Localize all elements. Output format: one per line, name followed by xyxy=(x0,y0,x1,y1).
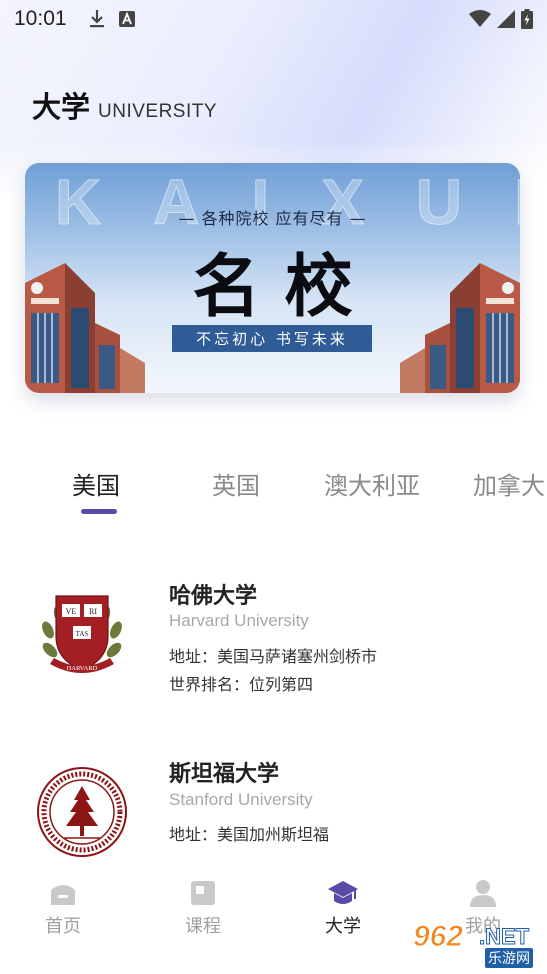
nav-label: 课程 xyxy=(185,916,221,937)
university-name-en: Harvard University xyxy=(169,611,309,630)
status-bar: 10:01 xyxy=(0,0,547,38)
battery-icon xyxy=(521,9,533,29)
harvard-logo-text: VE xyxy=(66,607,77,616)
banner-main-text: 名校 xyxy=(192,247,377,327)
harvard-logo-text: HARVARD xyxy=(67,665,98,672)
banner-slogan: 不忘初心 书写未来 xyxy=(172,325,372,352)
university-name: 哈佛大学 xyxy=(169,584,258,609)
watermark-number: 962 xyxy=(412,920,464,954)
a-badge-icon xyxy=(118,11,135,27)
university-name-en: Stanford University xyxy=(169,790,313,809)
profile-icon xyxy=(470,880,496,907)
site-watermark-logo: 962 .NET 乐游网 xyxy=(409,918,539,968)
wifi-icon xyxy=(469,10,491,27)
course-icon xyxy=(191,881,215,905)
download-icon xyxy=(89,10,104,28)
university-address: 地址：美国马萨诸塞州剑桥市 xyxy=(169,647,378,666)
tab-usa[interactable]: 美国 xyxy=(72,466,120,501)
signal-icon xyxy=(497,10,515,28)
harvard-logo-text: RI xyxy=(89,607,97,616)
nav-item-course[interactable]: 课程 xyxy=(163,878,243,938)
stanford-seal-icon xyxy=(37,767,127,857)
tab-active-indicator xyxy=(81,509,117,514)
tab-australia[interactable]: 澳大利亚 xyxy=(324,466,420,501)
tab-canada[interactable]: 加拿大 xyxy=(473,466,545,501)
watermark-net: .NET xyxy=(478,924,530,950)
tab-uk[interactable]: 英国 xyxy=(212,466,260,501)
university-ranking: 世界排名：位列第四 xyxy=(169,675,314,694)
home-icon xyxy=(51,885,75,905)
university-address: 地址：美国加州斯坦福 xyxy=(169,825,330,844)
status-time: 10:01 xyxy=(14,7,67,30)
university-name: 斯坦福大学 xyxy=(169,762,280,787)
country-tabs: 美国 英国 澳大利亚 加拿大 xyxy=(0,466,547,526)
nav-item-home[interactable]: 首页 xyxy=(23,878,103,938)
graduation-cap-icon xyxy=(328,881,358,904)
nav-item-university[interactable]: 大学 xyxy=(303,878,383,938)
page-title-en: UNIVERSITY xyxy=(98,101,218,122)
harvard-logo-text: TAS xyxy=(76,630,89,638)
watermark-cn: 乐游网 xyxy=(485,948,533,968)
nav-label: 首页 xyxy=(45,916,81,937)
nav-label: 大学 xyxy=(325,916,361,937)
page-title-cn: 大学 xyxy=(32,90,91,124)
harvard-crest-icon: VE RI TAS HARVARD xyxy=(42,595,122,673)
banner-subtitle: — 各种院校 应有尽有 — xyxy=(178,209,367,228)
promo-banner[interactable]: KAIXUE — 各种院校 应有尽有 — 名校 不忘初心 书写未来 xyxy=(25,163,520,393)
page-title: 大学 UNIVERSITY xyxy=(32,84,217,126)
